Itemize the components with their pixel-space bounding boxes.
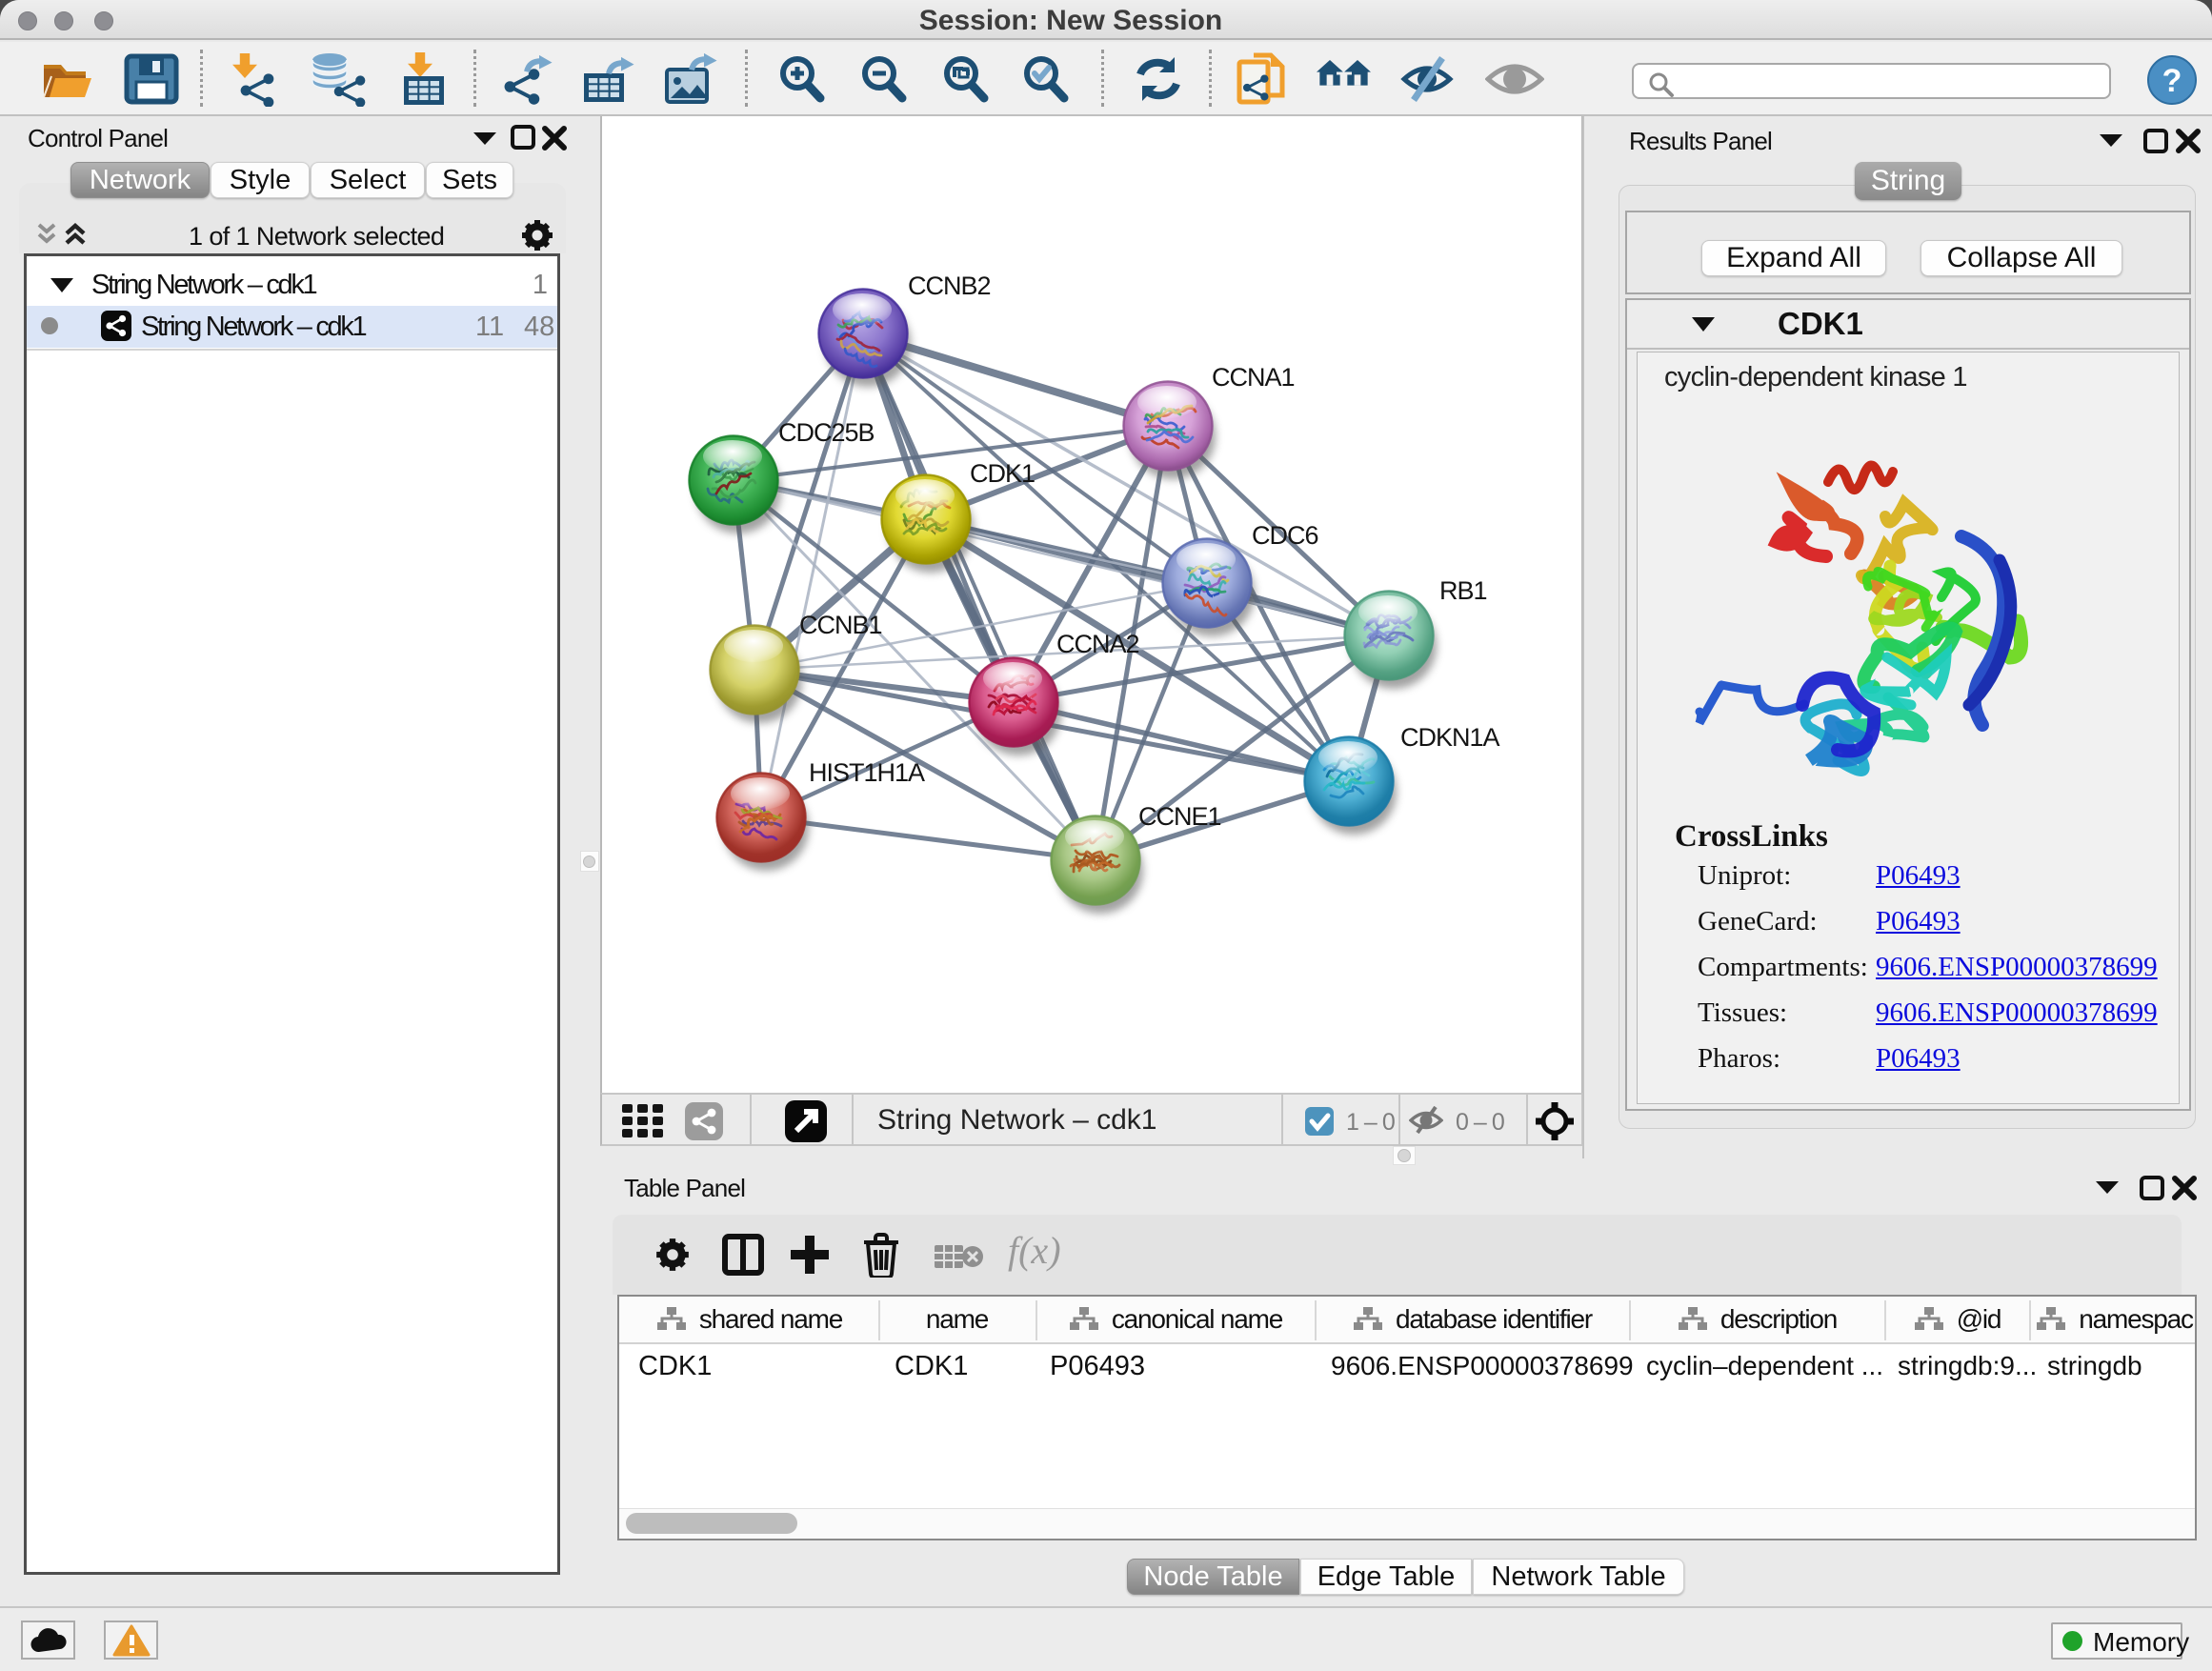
svg-text:CDC25B: CDC25B [778, 418, 875, 447]
svg-text:CCNA2: CCNA2 [1056, 630, 1139, 658]
svg-text:CCNB1: CCNB1 [799, 611, 882, 639]
svg-text:CDKN1A: CDKN1A [1400, 723, 1500, 752]
svg-text:CCNB2: CCNB2 [908, 272, 991, 300]
svg-text:CDK1: CDK1 [970, 459, 1035, 488]
svg-text:HIST1H1A: HIST1H1A [809, 758, 925, 787]
svg-text:CCNE1: CCNE1 [1138, 802, 1221, 831]
svg-text:RB1: RB1 [1439, 576, 1487, 605]
svg-text:?: ? [2162, 63, 2182, 99]
svg-text:CCNA1: CCNA1 [1212, 363, 1295, 392]
svg-text:CDC6: CDC6 [1252, 521, 1318, 550]
